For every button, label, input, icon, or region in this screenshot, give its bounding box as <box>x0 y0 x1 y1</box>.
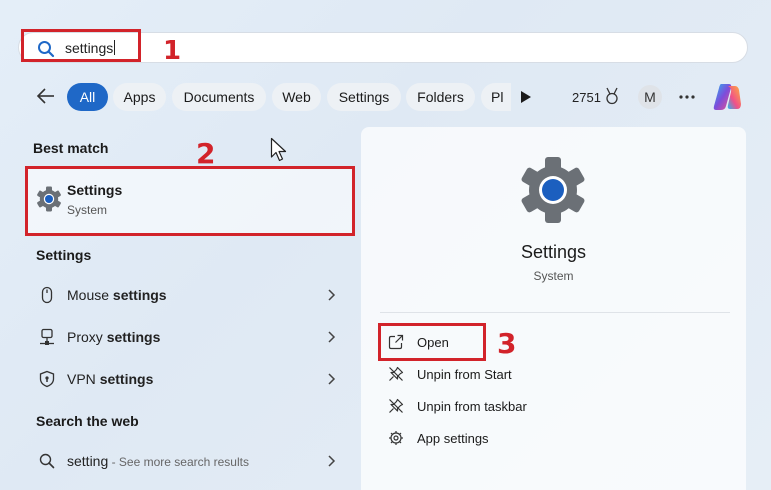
proxy-icon <box>40 328 54 345</box>
annotation-number-3: 3 <box>497 327 517 360</box>
more-icon[interactable] <box>679 95 695 99</box>
details-subtitle: System <box>533 269 574 283</box>
result-vpn-settings[interactable]: VPN settings <box>26 359 346 399</box>
action-unpin-from-start[interactable]: Unpin from Start <box>380 359 680 389</box>
filter-chip-documents[interactable]: Documents <box>172 83 266 111</box>
search-icon <box>39 453 55 469</box>
annotation-number-1: 1 <box>163 36 182 66</box>
best-match-title: Best match <box>33 140 109 156</box>
mouse-cursor-icon <box>270 137 287 162</box>
shield-icon <box>39 370 55 388</box>
details-divider <box>380 312 730 313</box>
play-icon[interactable] <box>520 90 532 104</box>
gear-icon <box>521 157 585 223</box>
rewards-points: 2751 <box>572 90 601 105</box>
result-mouse-settings[interactable]: Mouse settings <box>26 275 346 315</box>
app-settings-gear-icon <box>389 431 403 445</box>
action-label: Unpin from Start <box>417 367 512 382</box>
filter-chip-settings[interactable]: Settings <box>327 83 401 111</box>
result-label: VPN settings <box>67 371 154 387</box>
action-unpin-from-taskbar[interactable]: Unpin from taskbar <box>380 391 680 421</box>
search-web-section-title: Search the web <box>36 413 139 429</box>
annotation-box-2 <box>25 166 355 236</box>
action-label: Unpin from taskbar <box>417 399 527 414</box>
avatar[interactable]: M <box>638 85 662 109</box>
result-proxy-settings[interactable]: Proxy settings <box>26 317 346 357</box>
details-title: Settings <box>520 242 587 262</box>
settings-section-title: Settings <box>36 247 92 263</box>
result-label: Proxy settings <box>67 329 161 345</box>
filter-chip-photos-label: Pl <box>491 89 504 105</box>
chevron-right-icon <box>328 289 336 301</box>
result-label: Mouse settings <box>67 287 167 303</box>
chevron-right-icon <box>328 331 336 343</box>
result-web-search[interactable]: setting - See more search results <box>26 441 346 481</box>
filter-chip-apps[interactable]: Apps <box>113 83 166 111</box>
filter-chip-photos[interactable]: Pl <box>481 83 511 111</box>
unpin-icon <box>389 366 404 381</box>
medal-icon[interactable] <box>604 87 620 105</box>
chevron-right-icon <box>328 455 336 467</box>
filter-chip-web[interactable]: Web <box>272 83 321 111</box>
unpin-icon <box>389 398 404 413</box>
start-menu-search: settings 1 All Apps Documents Web Settin… <box>0 0 771 490</box>
filter-chip-folders[interactable]: Folders <box>406 83 475 111</box>
chevron-right-icon <box>328 373 336 385</box>
annotation-box-1 <box>21 29 141 62</box>
back-arrow-icon[interactable] <box>36 86 56 106</box>
result-label: setting - See more search results <box>67 453 249 469</box>
annotation-box-3 <box>378 323 486 361</box>
mouse-icon <box>41 286 53 304</box>
action-label: App settings <box>417 431 489 446</box>
copilot-icon[interactable] <box>711 82 743 112</box>
action-app-settings[interactable]: App settings <box>380 423 680 453</box>
filter-chip-all[interactable]: All <box>67 83 108 111</box>
